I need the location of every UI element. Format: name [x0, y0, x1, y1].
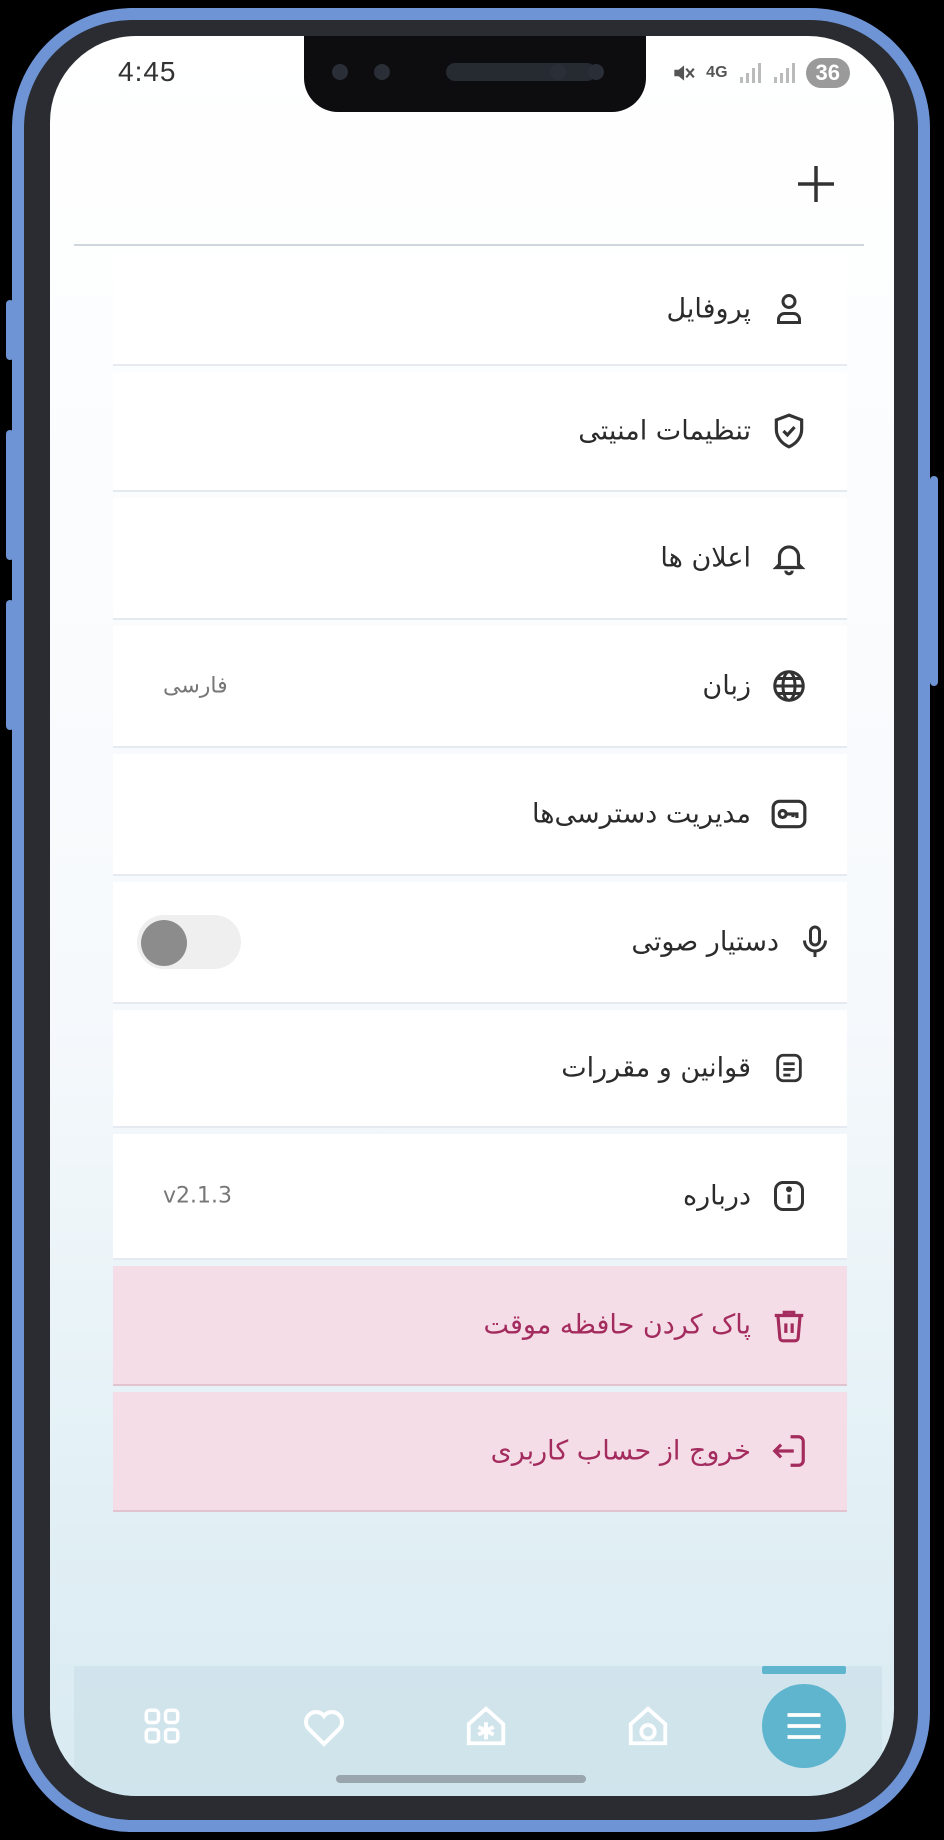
- header-bar: [74, 132, 864, 246]
- app-version: v2.1.3: [163, 1183, 232, 1209]
- key-icon: [769, 794, 809, 834]
- menu-icon: [787, 1713, 821, 1739]
- signal-icon: [773, 63, 795, 83]
- grid-icon: [144, 1708, 180, 1744]
- settings-list: پروفایل تنظیمات امنیتی اعلان ها زبان فار…: [113, 254, 847, 1518]
- add-button[interactable]: [788, 156, 844, 212]
- globe-icon: [769, 666, 809, 706]
- info-icon: [769, 1176, 809, 1216]
- phone-power-button: [930, 476, 938, 686]
- plus-icon: [798, 166, 834, 202]
- home-snowflake-icon: [466, 1706, 506, 1746]
- nav-active-indicator: [762, 1666, 846, 1674]
- settings-item-notifications[interactable]: اعلان ها: [113, 498, 847, 620]
- battery-indicator: 36: [805, 58, 850, 88]
- network-type: 4G: [706, 64, 728, 81]
- mute-icon: [674, 65, 695, 81]
- settings-item-voice-assistant[interactable]: دستیار صوتی: [113, 882, 847, 1004]
- settings-item-label: قوانین و مقررات: [561, 1052, 751, 1084]
- shield-check-icon: [769, 411, 809, 451]
- camera-notch: [304, 36, 646, 112]
- status-icons: 4G 36: [670, 58, 850, 88]
- logout-icon: [769, 1431, 809, 1471]
- voice-assistant-toggle[interactable]: [137, 915, 241, 969]
- settings-item-label: پروفایل: [666, 293, 751, 325]
- home-dial-icon: [628, 1706, 668, 1746]
- bell-icon: [769, 538, 809, 578]
- settings-item-label: خروج از حساب کاربری: [490, 1435, 751, 1467]
- settings-item-label: زبان: [702, 670, 751, 702]
- nav-home-snowflake[interactable]: [456, 1696, 516, 1756]
- trash-icon: [769, 1305, 809, 1345]
- nav-home-dial[interactable]: [618, 1696, 678, 1756]
- phone-side-button: [6, 300, 14, 360]
- settings-item-label: دستیار صوتی: [631, 926, 779, 958]
- settings-item-label: پاک کردن حافظه موقت: [483, 1309, 751, 1341]
- notch-speaker: [446, 63, 596, 81]
- settings-item-label: مدیریت دسترسی‌ها: [532, 798, 751, 830]
- camera-dot: [588, 64, 604, 80]
- settings-item-terms[interactable]: قوانین و مقررات: [113, 1010, 847, 1128]
- settings-item-language[interactable]: زبان فارسی: [113, 626, 847, 748]
- user-icon: [769, 289, 809, 329]
- settings-item-label: اعلان ها: [660, 542, 751, 574]
- settings-item-about[interactable]: درباره v2.1.3: [113, 1134, 847, 1260]
- document-icon: [769, 1048, 809, 1088]
- nav-menu[interactable]: [762, 1684, 846, 1768]
- language-value: فارسی: [163, 673, 228, 699]
- phone-side-button: [6, 430, 14, 560]
- settings-item-access-management[interactable]: مدیریت دسترسی‌ها: [113, 754, 847, 876]
- nav-grid[interactable]: [132, 1696, 192, 1756]
- camera-dot: [332, 64, 348, 80]
- status-time: 4:45: [118, 56, 177, 87]
- settings-item-security[interactable]: تنظیمات امنیتی: [113, 372, 847, 492]
- home-indicator[interactable]: [336, 1775, 586, 1783]
- signal-icon: [739, 63, 761, 83]
- toggle-knob: [141, 920, 187, 966]
- nav-favorites[interactable]: [294, 1696, 354, 1756]
- logout-button[interactable]: خروج از حساب کاربری: [113, 1392, 847, 1512]
- camera-dot: [550, 64, 566, 80]
- settings-item-label: تنظیمات امنیتی: [578, 415, 751, 447]
- app-screen: 4:45 4G 36 پروفایل تنظیمات امنیتی اعلان …: [50, 36, 894, 1796]
- microphone-icon: [795, 922, 835, 962]
- clear-cache-button[interactable]: پاک کردن حافظه موقت: [113, 1266, 847, 1386]
- camera-dot: [374, 64, 390, 80]
- heart-icon: [304, 1710, 344, 1747]
- phone-side-button: [6, 600, 14, 730]
- settings-item-label: درباره: [683, 1180, 751, 1212]
- settings-item-profile[interactable]: پروفایل: [113, 254, 847, 366]
